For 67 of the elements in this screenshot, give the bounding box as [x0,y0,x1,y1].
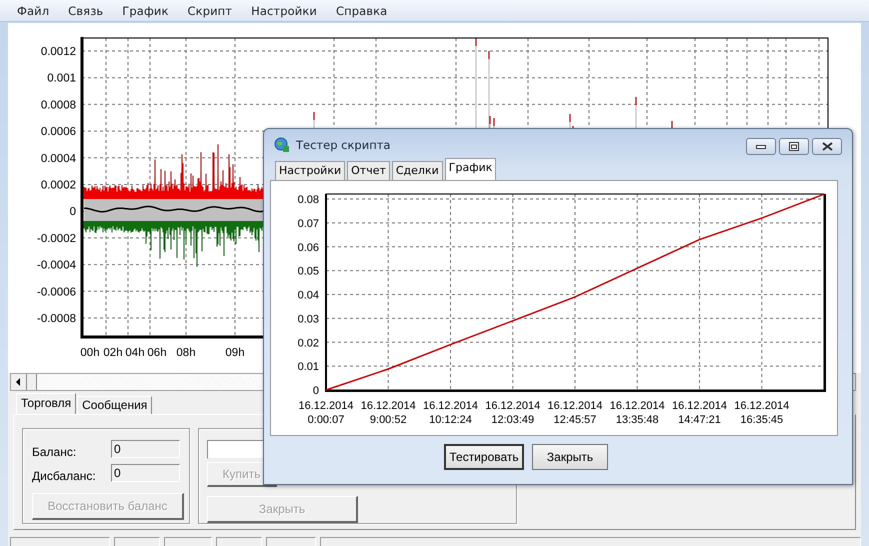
menu-item[interactable]: Настройки [251,4,317,18]
axis-label: 0.0002 [40,180,76,192]
axis-label: 16.12.2014 13:35:48 [610,400,665,426]
axis-label: 16.12.2014 9:00:52 [360,400,416,426]
axis-label: 16.12.2014 10:12:24 [422,400,478,426]
axis-label: 0.05 [298,266,319,278]
menu-item[interactable]: Справка [336,4,388,18]
axis-label: 0 [312,385,319,397]
menu-item[interactable]: График [122,4,169,18]
axis-label: 06h [147,347,167,359]
axis-label: -0.0002 [36,232,76,245]
field-label: Дисбаланс: [32,468,97,483]
left-arrow-icon [16,378,21,386]
axis-label: 0.07 [298,218,319,230]
close-icon [822,142,832,151]
axis-label: 0.08 [298,194,319,206]
tab[interactable]: Торговля [16,393,76,414]
menu-item[interactable]: Связь [68,4,104,18]
axis-label: -0.0008 [36,313,76,325]
axis-label: 0.0006 [40,126,76,138]
status-panel [266,537,316,546]
tab[interactable]: Отчет [347,161,390,180]
menu-item[interactable]: Скрипт [188,4,232,18]
status-panel [216,537,262,546]
axis-label: 0.02 [298,337,319,350]
tab[interactable]: Сделки [392,161,443,180]
axis-label: 02h [103,347,123,359]
menu-item[interactable]: Файл [17,4,50,18]
maximize-button[interactable] [779,138,809,155]
readonly-field[interactable]: 0 [111,464,180,482]
tab[interactable]: Настройки [275,161,346,180]
axis-label: -0.0004 [36,260,76,272]
test-button[interactable]: Тестировать [444,444,524,470]
axis-label: -0.0006 [36,286,76,298]
tab[interactable]: График [444,158,496,180]
close-button[interactable] [812,138,842,155]
axis-label: 16.12.2014 16:35:45 [734,400,790,426]
close-dialog-button[interactable]: Закрыть [532,444,608,470]
axis-label: 0.001 [47,72,76,85]
axis-label: 0.04 [298,290,319,302]
axis-label: 0.0012 [40,46,76,58]
axis-label: 16.12.2014 0:00:07 [298,400,354,426]
axis-label: 0.06 [298,242,319,254]
axis-label: 0.03 [298,313,319,326]
axis-label: 04h [125,347,145,359]
axis-label: 00h [80,347,100,359]
axis-label: 0.01 [298,361,319,374]
globe-icon [274,136,290,152]
window-title: Тестер скрипта [296,138,392,152]
axis-label: 16.12.2014 12:45:57 [547,400,603,426]
scroll-left-button[interactable] [11,374,27,390]
minimize-button[interactable] [746,138,776,155]
axis-label: 09h [225,347,245,359]
status-panel [114,537,160,546]
axis-label: 08h [176,347,196,359]
axis-label: 16.12.2014 14:47:21 [672,400,728,426]
scroll-thumb[interactable] [27,374,37,390]
axis-label: 0.0004 [40,152,76,165]
status-panel [164,537,212,546]
axis-label: 16.12.2014 12:03:49 [485,400,540,426]
axis-label: 0 [70,206,76,218]
tab[interactable]: Сообщения [77,396,152,414]
minimize-icon [756,144,766,148]
readonly-field[interactable]: 0 [111,440,180,458]
axis-label: 0.0008 [40,99,76,112]
maximize-icon [789,142,799,151]
field-label: Баланс: [32,444,78,459]
